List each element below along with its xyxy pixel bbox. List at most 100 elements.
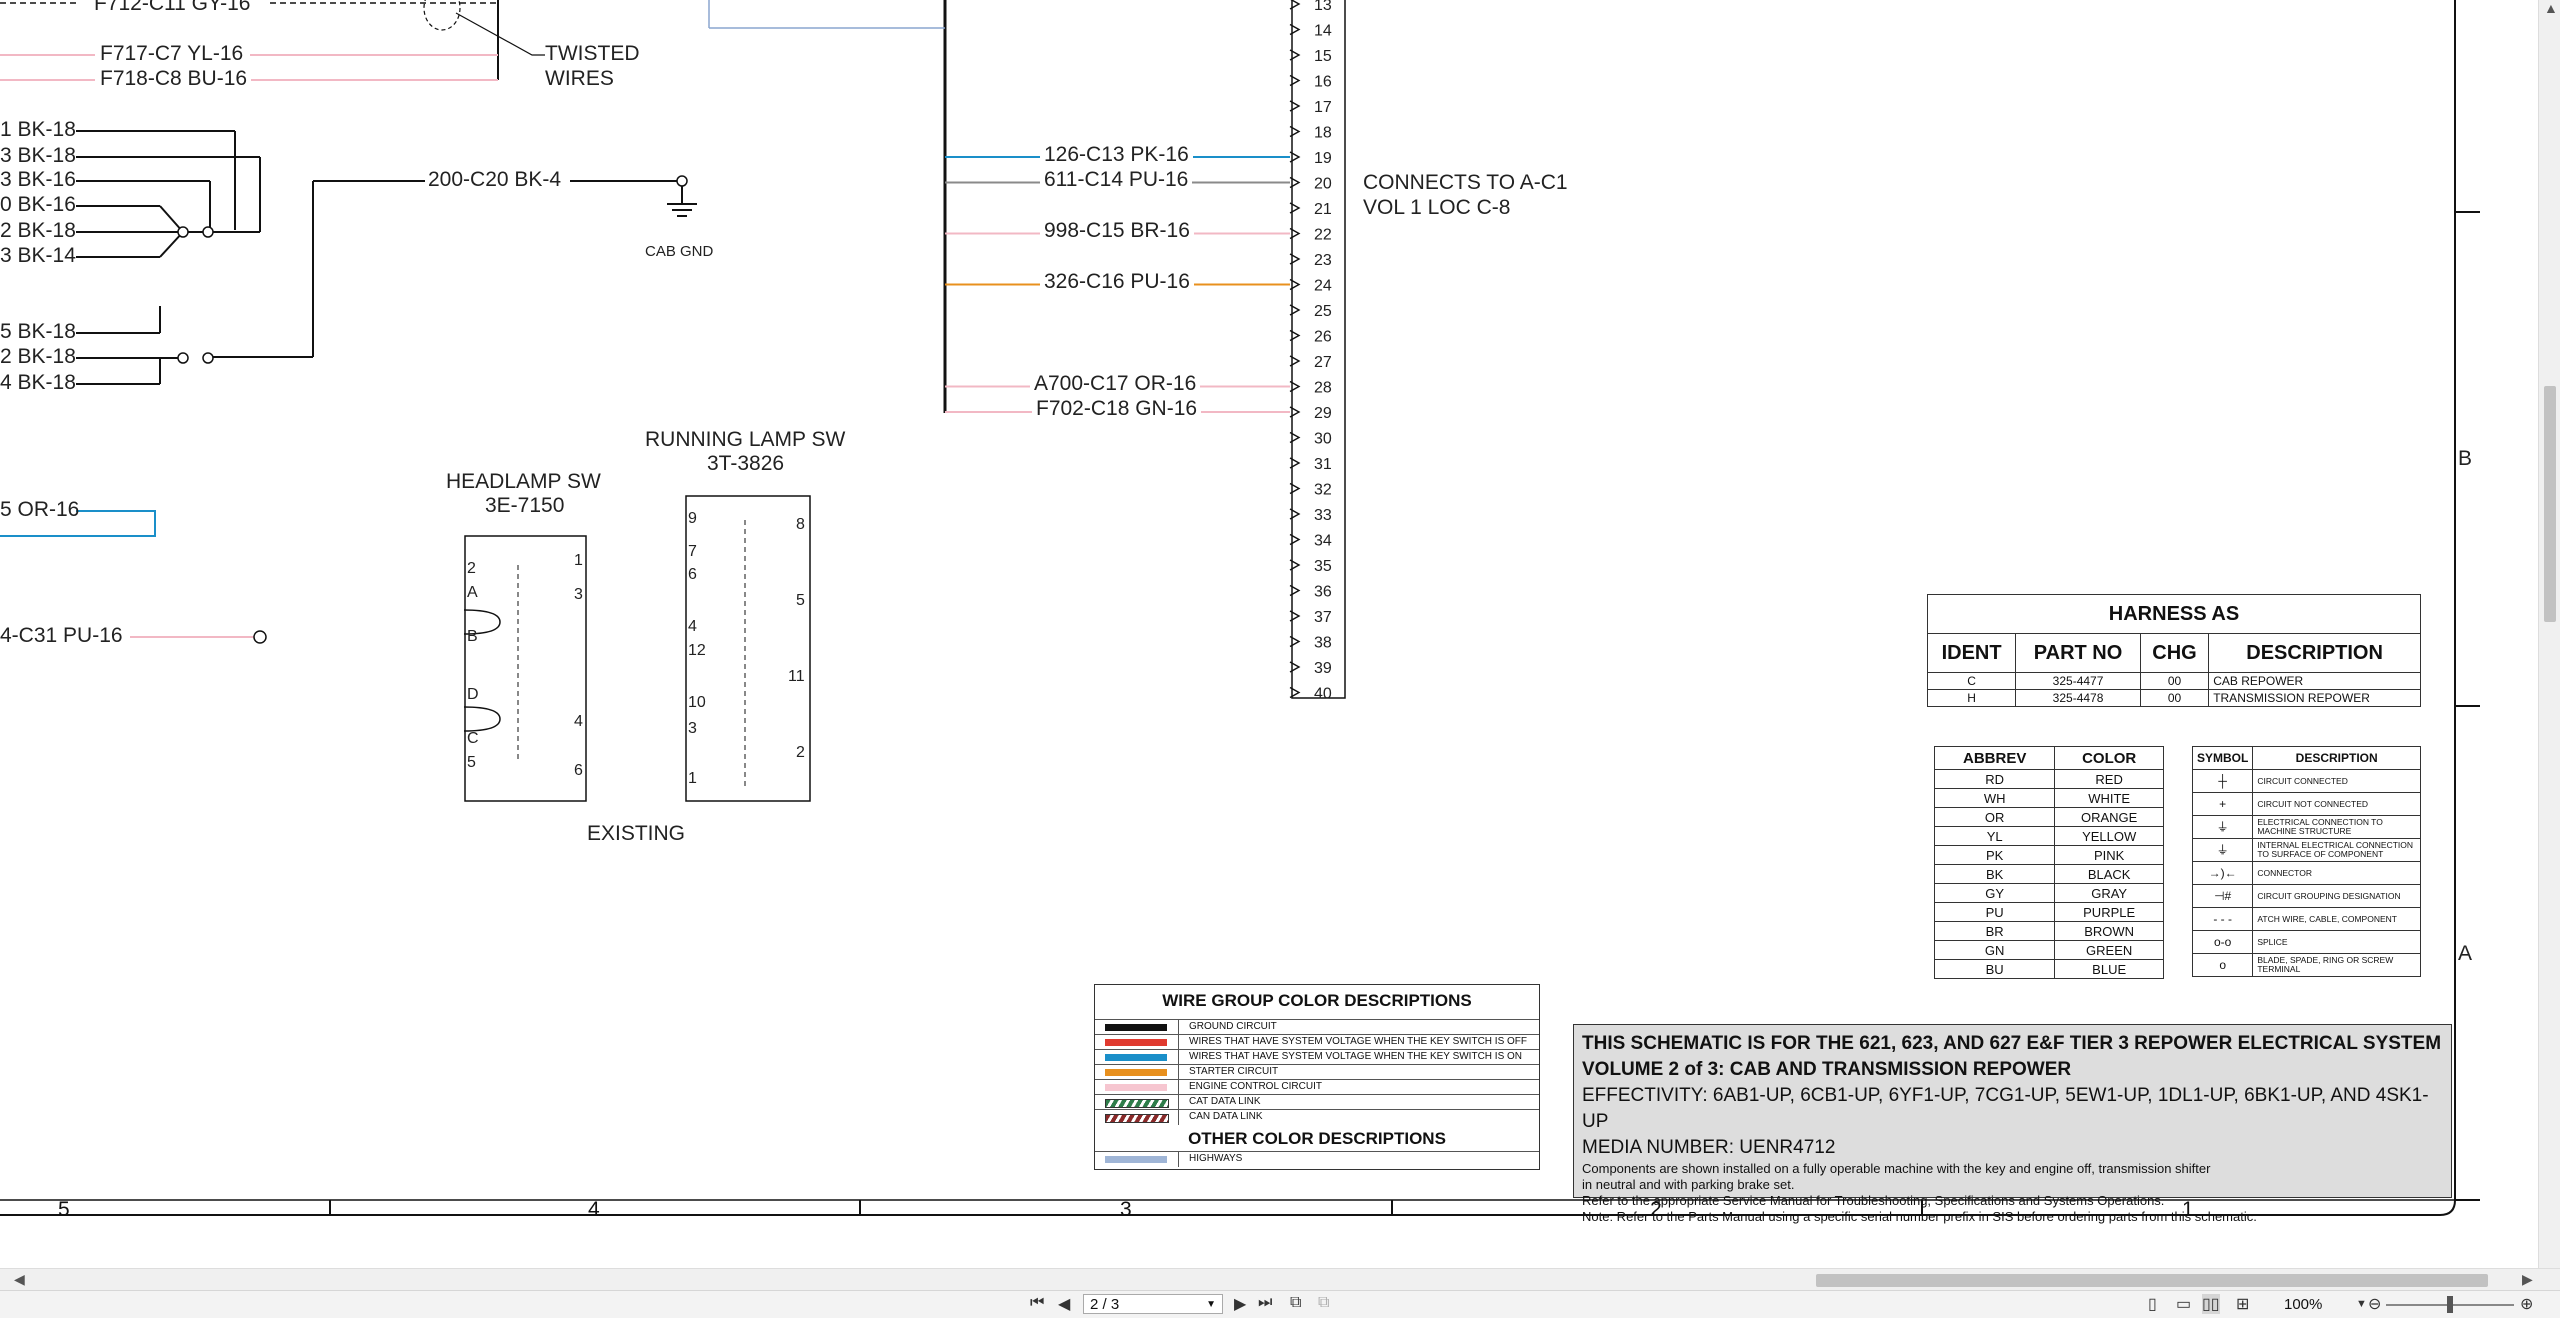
zoom-level[interactable]: 100% — [2284, 1296, 2322, 1313]
wire-label: 4-C31 PU-16 — [0, 624, 123, 647]
headlamp-switch-title: HEADLAMP SW — [446, 470, 601, 493]
table-cell: 325-4478 — [2015, 689, 2141, 707]
table-header: CHG — [2139, 633, 2210, 673]
zoom-slider-thumb[interactable] — [2447, 1296, 2453, 1313]
table-row: BK BLACK — [1933, 864, 2164, 884]
table-row: BU BLUE — [1933, 959, 2164, 979]
vertical-scrollbar[interactable]: ▲ — [2538, 0, 2560, 1268]
two-page-view-icon[interactable]: ▯▯ — [2202, 1294, 2220, 1314]
table-row: PU PURPLE — [1933, 902, 2164, 922]
first-page-icon[interactable]: ⏮ — [1030, 1294, 1044, 1312]
scroll-right-icon[interactable]: ▶ — [2522, 1271, 2533, 1288]
table-cell: PK — [1933, 845, 2056, 865]
table-row: ⏚ ELECTRICAL CONNECTION TO MACHINE STRUCT… — [2191, 815, 2421, 839]
switch-pin: 2 — [467, 560, 476, 577]
legend-text: WIRES THAT HAVE SYSTEM VOLTAGE WHEN THE … — [1189, 1036, 1528, 1047]
scroll-up-icon[interactable]: ▲ — [2544, 0, 2558, 16]
wire-label: F712-C11 GY-16 — [90, 0, 255, 16]
chevron-down-icon[interactable]: ▼ — [1206, 1295, 1216, 1315]
continuous-view-icon[interactable]: ▭ — [2176, 1294, 2191, 1314]
other-color-title: OTHER COLOR DESCRIPTIONS — [1188, 1129, 1446, 1148]
cab-gnd-label: CAB GND — [645, 243, 714, 260]
table-cell: PU — [1933, 902, 2056, 922]
page-number-field[interactable]: 2 / 3 ▼ — [1083, 1294, 1223, 1314]
next-view-icon[interactable]: ⧉ — [1318, 1294, 1329, 1312]
color-swatch — [1105, 1156, 1167, 1163]
ground-wire-label: 3 BK-16 — [0, 168, 76, 191]
switch-pin: 4 — [574, 713, 583, 730]
connector-pin-number: 32 — [1314, 482, 1332, 499]
symbol-description: INTERNAL ELECTRICAL CONNECTION TO SURFAC… — [2252, 838, 2421, 862]
table-header: DESCRIPTION — [2208, 633, 2421, 673]
horizontal-scrollbar[interactable]: ◀ ▶ — [0, 1268, 2560, 1291]
symbol-description: CONNECTOR — [2252, 861, 2421, 885]
wire-label: F718-C8 BU-16 — [96, 67, 252, 91]
connector-wire-label: 326-C16 PU-16 — [1040, 270, 1194, 294]
component-ground-symbol: ⏚ — [2191, 838, 2254, 862]
headlamp-switch-part: 3E-7150 — [485, 494, 565, 517]
table-cell: C — [1926, 672, 2017, 690]
ruler-number: 5 — [58, 1198, 70, 1221]
legend-row: HIGHWAYS — [1095, 1151, 1539, 1167]
effectivity-line: EFFECTIVITY: 6AB1-UP, 6CB1-UP, 6YF1-UP, … — [1582, 1085, 2429, 1132]
color-swatch — [1105, 1084, 1167, 1091]
ground-wire-label: 3 BK-18 — [0, 144, 76, 167]
connector-pin-number: 20 — [1314, 176, 1332, 193]
table-row: RD RED — [1933, 769, 2164, 789]
legend-text: GROUND CIRCUIT — [1189, 1021, 1277, 1032]
circuit-connected-symbol: ┼ — [2191, 769, 2254, 793]
connector-pin-number: 21 — [1314, 201, 1332, 218]
table-row: o-o SPLICE — [2191, 930, 2421, 954]
table-cell: PINK — [2054, 845, 2164, 865]
legend-text: STARTER CIRCUIT — [1189, 1066, 1279, 1077]
two-page-continuous-icon[interactable]: ⊞ — [2236, 1294, 2249, 1314]
table-row: + CIRCUIT NOT CONNECTED — [2191, 792, 2421, 816]
table-row: →)← CONNECTOR — [2191, 861, 2421, 885]
color-swatch — [1105, 1114, 1169, 1123]
switch-pin: 6 — [574, 762, 583, 779]
connector-pin-number: 14 — [1314, 23, 1332, 40]
connector-wire-label: 611-C14 PU-16 — [1040, 168, 1193, 192]
switch-pin: 8 — [796, 516, 805, 533]
horizontal-scroll-thumb[interactable] — [1816, 1274, 2488, 1287]
table-header: DESCRIPTION — [2252, 746, 2421, 770]
splice-symbol: o-o — [2191, 930, 2254, 954]
twisted-wires-label: WIRES — [545, 67, 614, 90]
next-page-icon[interactable]: ▶ — [1234, 1294, 1246, 1314]
switch-pin: B — [467, 628, 478, 645]
last-page-icon[interactable]: ⏭ — [1258, 1294, 1272, 1312]
zoom-dropdown-icon[interactable]: ▼ — [2356, 1298, 2367, 1310]
ground-wire-label: 0 BK-16 — [0, 193, 76, 216]
table-row: C 325-4477 00 CAB REPOWER — [1926, 672, 2421, 690]
ruler-number: 3 — [1120, 1198, 1132, 1221]
connector-pin-number: 24 — [1314, 278, 1332, 295]
table-header: IDENT — [1926, 633, 2017, 673]
scroll-left-icon[interactable]: ◀ — [14, 1271, 25, 1288]
vertical-scroll-thumb[interactable] — [2544, 386, 2556, 622]
connector-pin-number: 27 — [1314, 354, 1332, 371]
table-row: H 325-4478 00 TRANSMISSION REPOWER — [1926, 689, 2421, 707]
schematic-sheet: 13 14 15 16 17 18 19 20 21 22 23 24 25 26 27 28 29 30 31 32… — [0, 0, 2538, 1268]
connector-pin-number: 19 — [1314, 150, 1332, 167]
terminal-symbol: o — [2191, 953, 2254, 977]
table-cell: YL — [1933, 826, 2056, 846]
previous-view-icon[interactable]: ⧉ — [1290, 1294, 1301, 1312]
switch-pin: 3 — [574, 586, 583, 603]
connector-pin-number: 25 — [1314, 303, 1332, 320]
symbol-description: BLADE, SPADE, RING OR SCREW TERMINAL — [2252, 953, 2421, 977]
media-number: MEDIA NUMBER: UENR4712 — [1582, 1137, 1836, 1158]
zoom-in-icon[interactable]: ⊕ — [2520, 1294, 2533, 1314]
divider — [1178, 1035, 1179, 1050]
table-cell: PURPLE — [2054, 902, 2164, 922]
switch-pin: 3 — [688, 720, 697, 737]
table-cell: BK — [1933, 864, 2056, 884]
wire-group-legend: WIRE GROUP COLOR DESCRIPTIONS GROUND CIR… — [1094, 984, 1540, 1170]
table-cell: WH — [1933, 788, 2056, 808]
table-cell: BLUE — [2054, 959, 2164, 979]
connector-wire-label: F702-C18 GN-16 — [1032, 397, 1202, 421]
previous-page-icon[interactable]: ◀ — [1058, 1294, 1070, 1314]
single-page-view-icon[interactable]: ▯ — [2148, 1294, 2157, 1314]
zoom-out-icon[interactable]: ⊖ — [2368, 1294, 2381, 1314]
switch-pin: 11 — [788, 668, 805, 685]
page-number-value: 2 / 3 — [1090, 1296, 1120, 1313]
